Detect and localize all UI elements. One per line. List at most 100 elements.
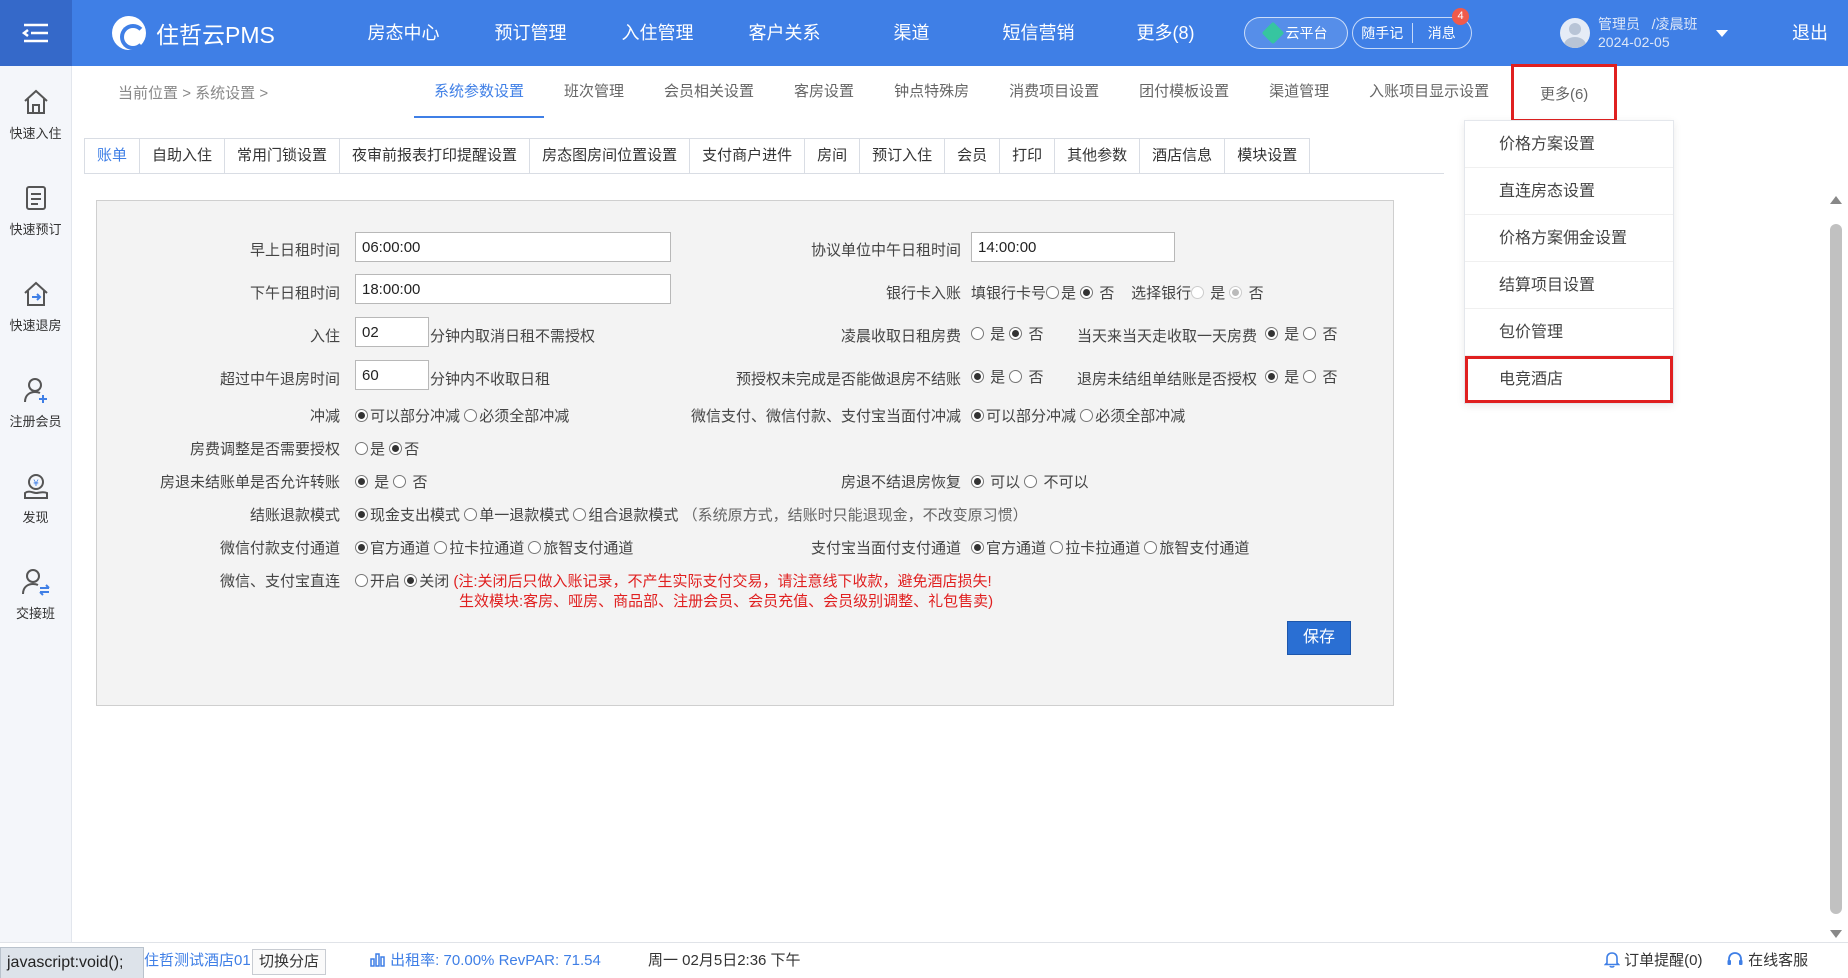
wechat-lvzhi-radio[interactable] [528, 541, 542, 554]
early-morning-yes-radio[interactable] [971, 327, 984, 340]
same-day-no-radio[interactable] [1303, 327, 1317, 340]
direct-on-radio[interactable] [355, 574, 368, 587]
group-unsettled-yes-radio[interactable] [1265, 370, 1278, 383]
vertical-scrollbar[interactable] [1828, 196, 1844, 946]
tab-hotel-info[interactable]: 酒店信息 [1139, 138, 1226, 173]
wechat-offset-full-radio[interactable] [1080, 409, 1094, 422]
menu-item-settlement-items[interactable]: 结算项目设置 [1465, 262, 1673, 309]
afternoon-rent-label: 下午日租时间 [249, 285, 340, 302]
refund-cash-radio[interactable] [355, 508, 368, 521]
tab-system-params[interactable]: 系统参数设置 [414, 66, 545, 118]
tab-billing[interactable]: 账单 [84, 138, 141, 173]
tab-other-params[interactable]: 其他参数 [1054, 138, 1141, 173]
nav-checkin[interactable]: 入住管理 [594, 0, 721, 66]
sidebar-item-discover[interactable]: ¥ 发现 [0, 450, 71, 546]
save-button[interactable]: 保存 [1287, 621, 1351, 655]
sidebar-item-quick-checkout[interactable]: 快速退房 [0, 258, 71, 354]
scrollbar-thumb[interactable] [1830, 224, 1842, 914]
logout-button[interactable]: 退出 [1792, 0, 1828, 66]
tab-room-settings[interactable]: 客房设置 [774, 66, 874, 118]
cannot-label: 不可以 [1043, 474, 1089, 491]
tab-posting-items-display[interactable]: 入账项目显示设置 [1349, 66, 1509, 118]
room-rate-adjust-yes-radio[interactable] [355, 442, 368, 455]
tab-self-checkin[interactable]: 自助入住 [139, 138, 226, 173]
unsettled-transfer-yes-radio[interactable] [355, 475, 368, 488]
direct-off-radio[interactable] [404, 574, 418, 587]
room-rate-adjust-no-radio[interactable] [389, 442, 403, 455]
tab-module-settings[interactable]: 模块设置 [1224, 138, 1311, 173]
preauth-no-radio[interactable] [1009, 370, 1023, 383]
tab-printing[interactable]: 打印 [999, 138, 1056, 173]
menu-item-esports-hotel[interactable]: 电竞酒店 [1465, 356, 1673, 403]
refund-single-radio[interactable] [464, 508, 478, 521]
messages-button[interactable]: 消息 [1413, 23, 1472, 43]
wechat-lakala-radio[interactable] [434, 541, 448, 554]
restore-can-radio[interactable] [971, 475, 984, 488]
order-alert-button[interactable]: 订单提醒(0) [1603, 943, 1703, 978]
tab-hourly-rooms[interactable]: 钟点特殊房 [874, 66, 989, 118]
offset-partial-radio[interactable] [355, 409, 368, 422]
scroll-down-arrow-icon[interactable] [1830, 930, 1842, 938]
tab-rooms[interactable]: 房间 [804, 138, 861, 173]
nav-customers[interactable]: 客户关系 [721, 0, 848, 66]
tab-room-map-position[interactable]: 房态图房间位置设置 [529, 138, 691, 173]
tab-more[interactable]: 更多(6) [1511, 64, 1618, 122]
menu-item-direct-room-status[interactable]: 直连房态设置 [1465, 168, 1673, 215]
user-date: 2024-02-05 [1598, 34, 1670, 50]
group-unsettled-no-radio[interactable] [1303, 370, 1317, 383]
checkin-minutes-input[interactable] [355, 317, 429, 347]
alipay-official-radio[interactable] [971, 541, 984, 554]
wechat-offset-partial-radio[interactable] [971, 409, 984, 422]
bank-card-no-radio[interactable] [1080, 286, 1094, 299]
bank-card-fill-label: 填银行卡号 [971, 285, 1047, 302]
tab-booking-checkin[interactable]: 预订入住 [859, 138, 946, 173]
offset-full-radio[interactable] [464, 409, 478, 422]
unsettled-transfer-no-radio[interactable] [393, 475, 407, 488]
sidebar-item-register-member[interactable]: 注册会员 [0, 354, 71, 450]
preauth-yes-radio[interactable] [971, 370, 984, 383]
wechat-official-radio[interactable] [355, 541, 368, 554]
alipay-lakala-radio[interactable] [1050, 541, 1064, 554]
tab-door-lock[interactable]: 常用门锁设置 [224, 138, 341, 173]
tab-merchant-onboarding[interactable]: 支付商户进件 [689, 138, 806, 173]
tab-channel-management[interactable]: 渠道管理 [1249, 66, 1349, 118]
menu-item-package-management[interactable]: 包价管理 [1465, 309, 1673, 356]
sidebar-item-quick-booking[interactable]: 快速预订 [0, 162, 71, 258]
same-day-yes-radio[interactable] [1265, 327, 1278, 340]
notes-button[interactable]: 随手记 [1353, 23, 1412, 43]
app-logo[interactable]: 住哲云PMS [112, 16, 275, 50]
tab-shift-management[interactable]: 班次管理 [544, 66, 644, 118]
add-user-icon [23, 377, 47, 403]
sidebar-item-quick-checkin[interactable]: 快速入住 [0, 66, 71, 162]
nav-sms-marketing[interactable]: 短信营销 [975, 0, 1102, 66]
nav-channels[interactable]: 渠道 [848, 0, 975, 66]
agreement-noon-rent-input[interactable] [971, 232, 1175, 262]
bank-card-yes-radio[interactable] [1046, 286, 1060, 299]
tab-members[interactable]: 会员 [944, 138, 1001, 173]
cloud-platform-button[interactable]: 云平台 [1244, 17, 1348, 49]
afternoon-rent-input[interactable] [355, 274, 671, 304]
noon-checkout-minutes-input[interactable] [355, 360, 429, 390]
restore-cannot-radio[interactable] [1024, 475, 1038, 488]
bank-select-label: 选择银行 [1131, 285, 1192, 302]
tab-group-payment-templates[interactable]: 团付模板设置 [1119, 66, 1249, 118]
tab-consumption-items[interactable]: 消费项目设置 [989, 66, 1119, 118]
sidebar-item-shift-handover[interactable]: 交接班 [0, 546, 71, 642]
scroll-up-arrow-icon[interactable] [1830, 196, 1842, 204]
alipay-lvzhi-radio[interactable] [1144, 541, 1158, 554]
menu-item-price-plan-commission[interactable]: 价格方案佣金设置 [1465, 215, 1673, 262]
nav-room-status[interactable]: 房态中心 [340, 0, 467, 66]
switch-branch-button[interactable]: 切换分店 [252, 949, 327, 975]
early-morning-no-radio[interactable] [1009, 327, 1023, 340]
menu-item-price-plan[interactable]: 价格方案设置 [1465, 121, 1673, 168]
breadcrumb-section[interactable]: 系统设置 [195, 85, 255, 102]
user-menu[interactable]: 管理员 /凌晨班 2024-02-05 [1560, 15, 1728, 51]
menu-toggle-button[interactable] [0, 0, 72, 66]
online-support-button[interactable]: 在线客服 [1726, 943, 1808, 978]
nav-reservations[interactable]: 预订管理 [467, 0, 594, 66]
refund-combined-radio[interactable] [573, 508, 587, 521]
morning-rent-input[interactable] [355, 232, 671, 262]
tab-member-settings[interactable]: 会员相关设置 [644, 66, 774, 118]
nav-more[interactable]: 更多(8) [1102, 0, 1229, 66]
tab-night-audit-print[interactable]: 夜审前报表打印提醒设置 [339, 138, 531, 173]
